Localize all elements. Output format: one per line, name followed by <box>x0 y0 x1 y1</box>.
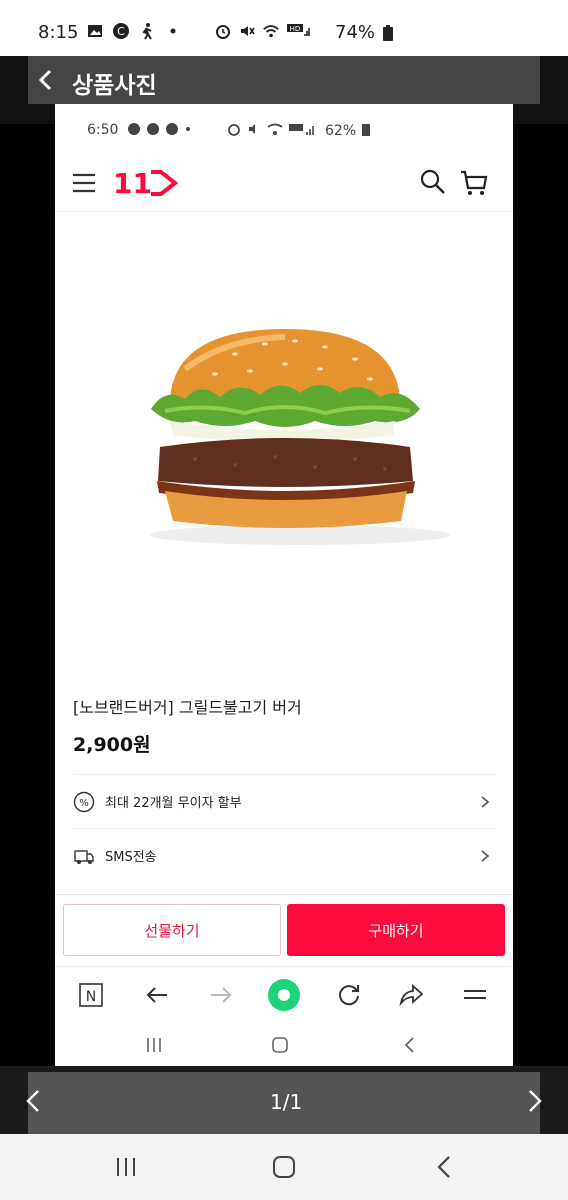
menu-icon[interactable] <box>71 170 97 196</box>
chevron-right-icon <box>479 795 491 809</box>
naver-icon[interactable]: N <box>77 981 105 1009</box>
svg-text:C: C <box>117 25 125 38</box>
prev-image-button[interactable] <box>22 1088 44 1114</box>
gift-button[interactable]: 선물하기 <box>63 904 281 956</box>
refresh-icon[interactable] <box>335 981 363 1009</box>
gallery-header: 상품사진 <box>28 56 540 104</box>
app-header: 11 <box>55 156 513 212</box>
share-icon[interactable] <box>397 981 425 1009</box>
dot-icon <box>184 122 192 140</box>
status-bar: 8:15 C HD 74% <box>0 0 568 64</box>
svg-text:N: N <box>86 989 96 1005</box>
browser-toolbar: N <box>55 966 513 1022</box>
svg-text:11: 11 <box>113 168 152 198</box>
home-button-icon <box>271 1036 289 1058</box>
product-screenshot: 6:50 62% 11 [노브랜드버거] 그릴드불고기 버거 2,900원 % … <box>55 104 513 1066</box>
menu-icon[interactable] <box>461 981 489 1009</box>
inner-status-bar: 6:50 62% <box>55 104 513 156</box>
home-button[interactable] <box>271 1154 297 1180</box>
inner-system-nav <box>55 1024 513 1066</box>
dot-icon <box>164 22 182 40</box>
sms-label: SMS전송 <box>105 850 157 865</box>
mute-icon <box>247 122 261 140</box>
back-icon <box>401 1036 419 1058</box>
alarm-icon <box>227 122 241 140</box>
walking-icon <box>138 22 156 40</box>
back-button[interactable] <box>34 68 58 92</box>
product-price: 2,900원 <box>73 734 151 756</box>
logo[interactable]: 11 <box>113 167 179 200</box>
battery-percent: 74% <box>335 22 376 43</box>
svg-text:HD: HD <box>290 25 301 33</box>
divider <box>55 894 513 895</box>
installment-row[interactable]: % 최대 22개월 무이자 할부 <box>73 774 497 828</box>
c-badge-icon <box>127 122 141 140</box>
battery-icon <box>379 24 397 42</box>
n-badge-icon <box>146 122 160 140</box>
home-icon[interactable] <box>267 978 301 1012</box>
sms-row[interactable]: SMS전송 <box>73 828 497 882</box>
svg-text:%: % <box>79 798 89 809</box>
recent-apps-icon <box>145 1036 163 1058</box>
screen: 8:15 C HD 74% 상품사진 6:50 62% 11 [노브랜드버거] … <box>0 0 568 1200</box>
back-arrow-icon[interactable] <box>143 981 171 1009</box>
next-image-button[interactable] <box>524 1088 546 1114</box>
product-name: [노브랜드버거] 그릴드불고기 버거 <box>73 698 302 717</box>
gallery-footer: 1/1 <box>28 1072 540 1134</box>
gallery-title: 상품사진 <box>72 73 157 99</box>
wifi-icon <box>267 122 283 140</box>
battery-icon <box>362 122 371 140</box>
forward-arrow-icon[interactable] <box>207 981 235 1009</box>
hd-voice-icon <box>289 122 319 140</box>
c-badge-icon: C <box>112 22 130 40</box>
search-icon[interactable] <box>419 168 447 196</box>
hd-voice-icon: HD <box>286 22 310 40</box>
message-icon <box>165 122 179 140</box>
system-nav-bar <box>0 1134 568 1200</box>
status-time: 8:15 <box>38 22 79 43</box>
product-image <box>125 309 455 559</box>
cart-icon[interactable] <box>459 168 489 198</box>
inner-status-time: 6:50 <box>87 122 119 138</box>
back-nav-button[interactable] <box>432 1154 458 1180</box>
gallery-icon <box>86 22 104 40</box>
recent-apps-button[interactable] <box>113 1154 139 1180</box>
inner-battery-percent: 62% <box>325 123 357 139</box>
chevron-right-icon <box>479 849 491 863</box>
alarm-icon <box>214 22 232 40</box>
mute-icon <box>238 22 256 40</box>
buy-button[interactable]: 구매하기 <box>287 904 505 956</box>
wifi-icon <box>262 22 280 40</box>
sms-icon <box>73 845 95 867</box>
installment-label: 최대 22개월 무이자 할부 <box>105 796 242 811</box>
image-counter: 1/1 <box>270 1090 303 1114</box>
percent-icon: % <box>73 791 95 813</box>
